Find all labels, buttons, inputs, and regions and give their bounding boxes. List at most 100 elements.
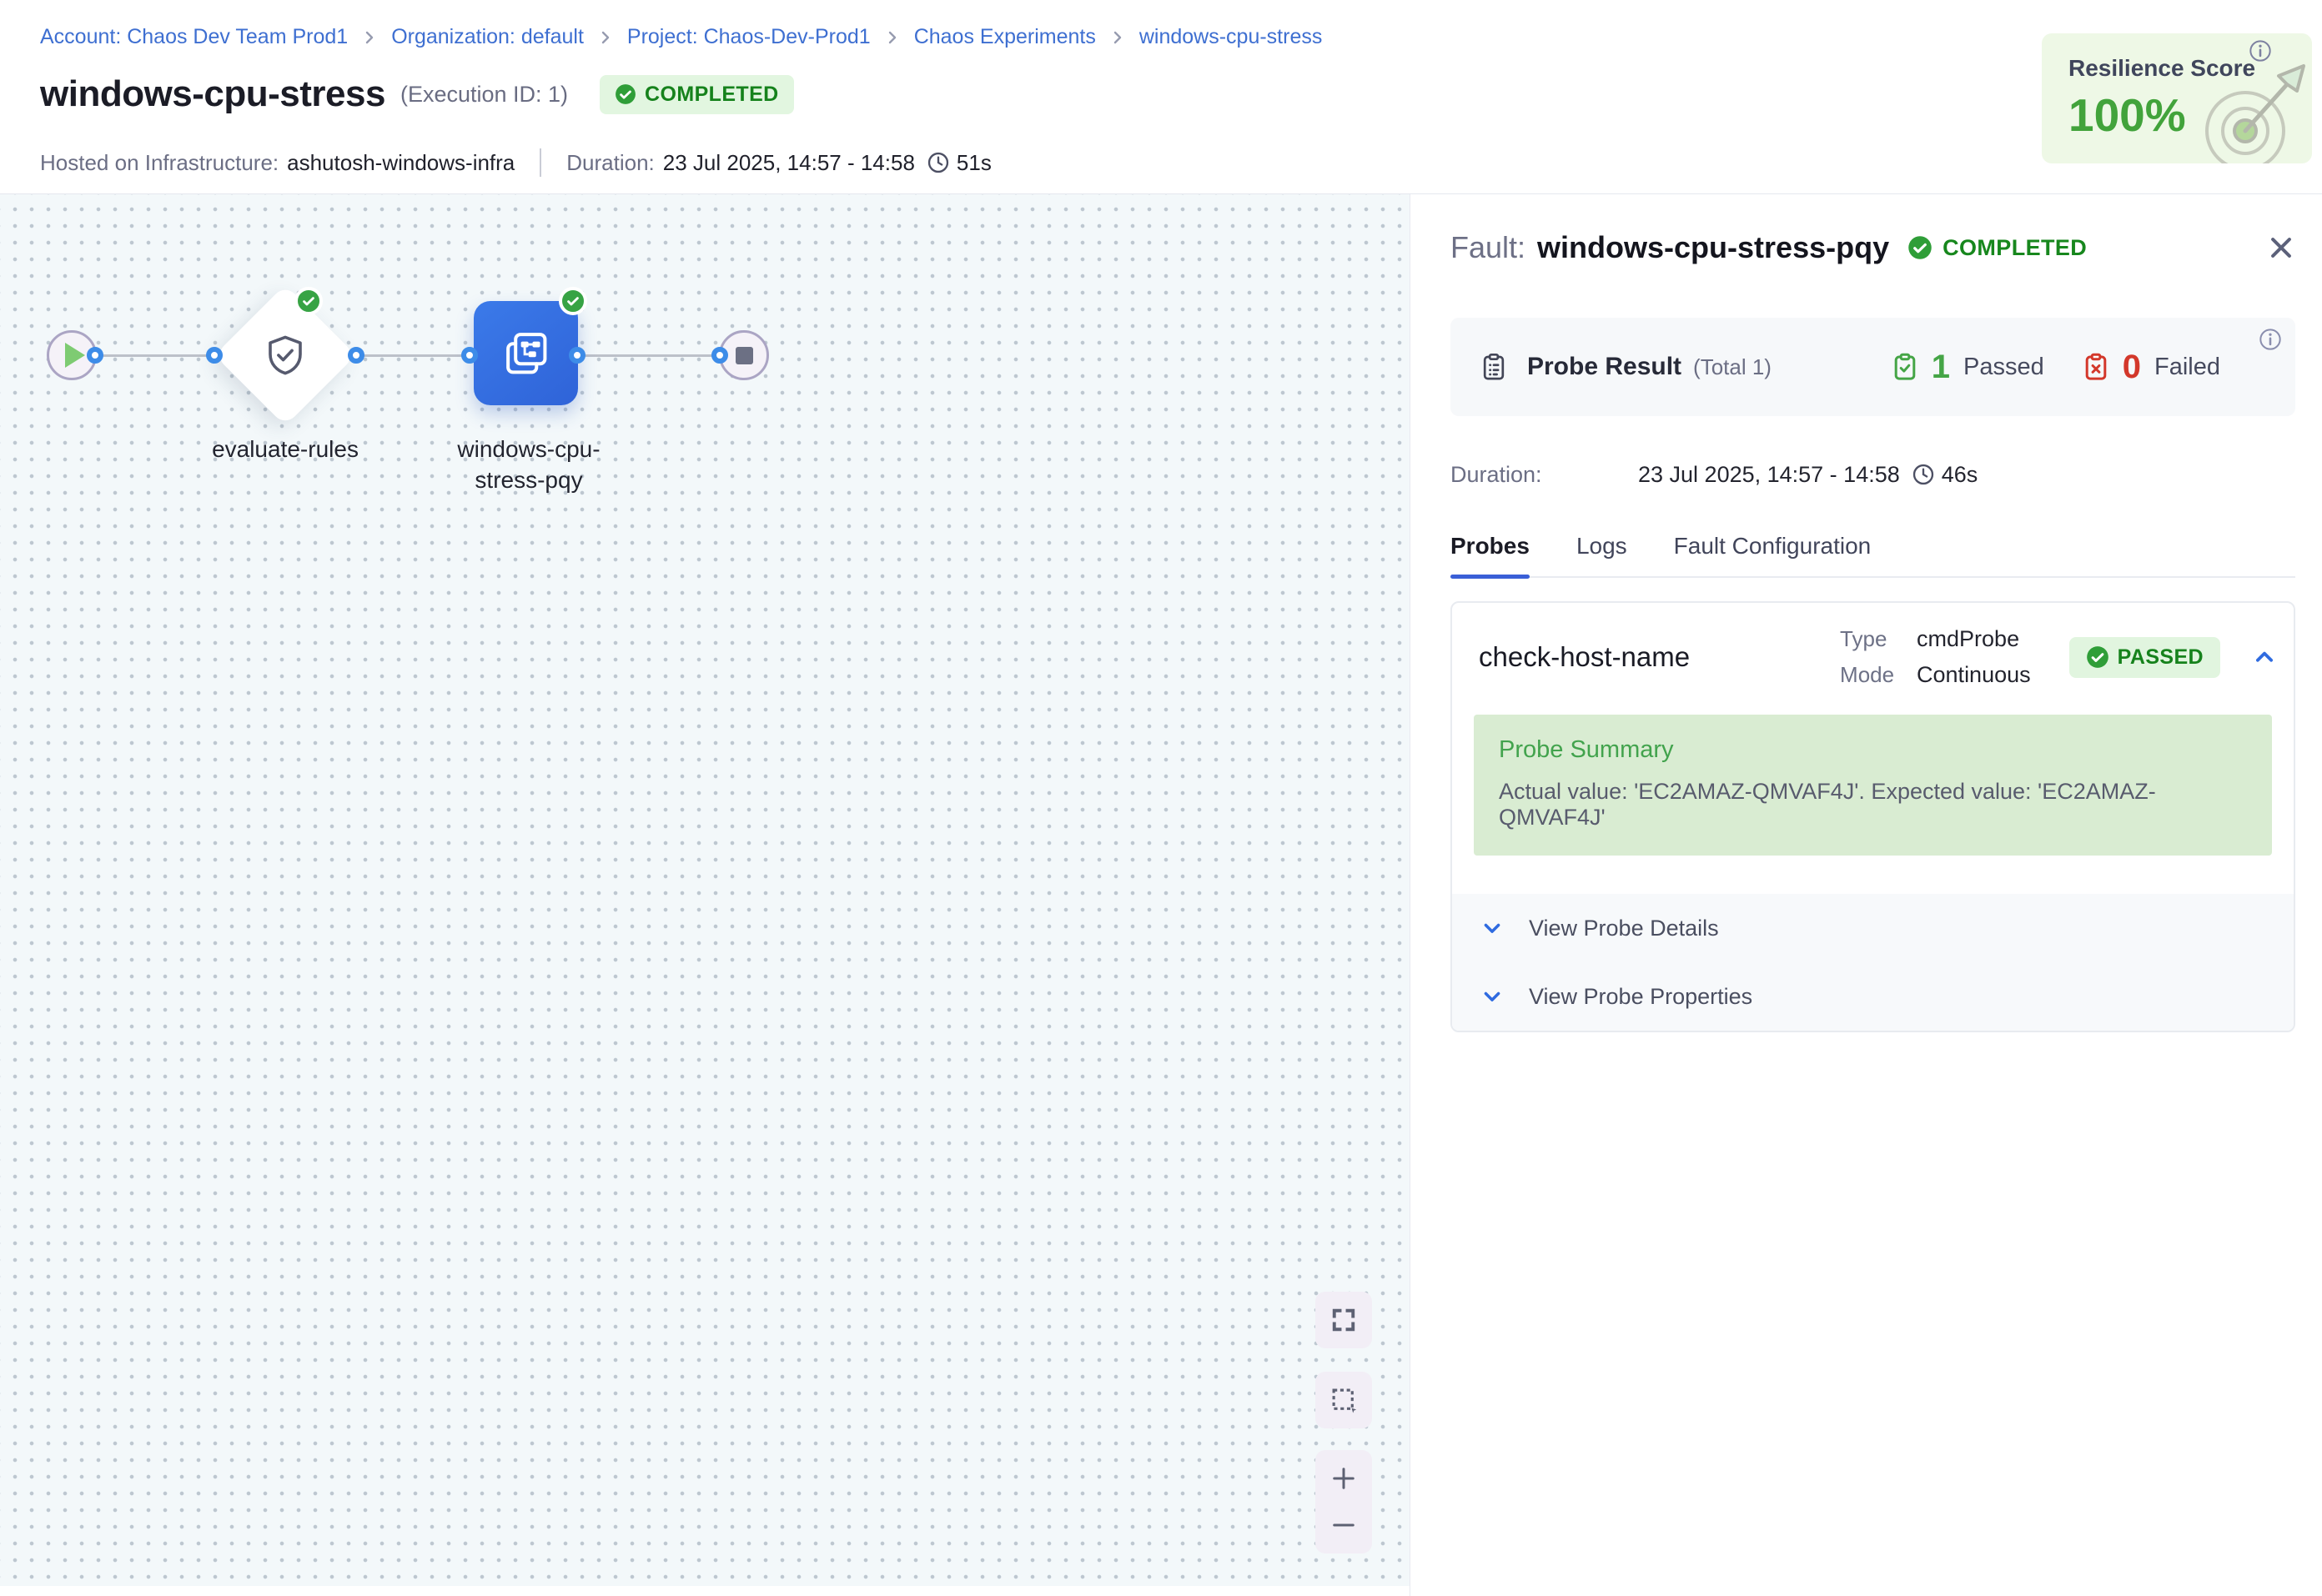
status-badge-label: COMPLETED <box>645 83 779 107</box>
edge-line <box>356 354 470 357</box>
clock-icon <box>927 151 950 174</box>
fault-details-panel: Fault: windows-cpu-stress-pqy COMPLETED … <box>1410 194 2322 1596</box>
tab-logs[interactable]: Logs <box>1576 533 1627 576</box>
experiment-meta-row: Hosted on Infrastructure: ashutosh-windo… <box>40 148 992 177</box>
connector-port <box>87 347 103 364</box>
connector-port <box>461 347 478 364</box>
chevron-right-icon <box>599 28 612 48</box>
fullscreen-button[interactable] <box>1315 1292 1372 1348</box>
check-circle-icon <box>1907 235 1932 260</box>
breadcrumb-project[interactable]: Project: Chaos-Dev-Prod1 <box>627 25 871 49</box>
duration-elapsed: 46s <box>1942 462 1978 488</box>
breadcrumb-organization[interactable]: Organization: default <box>391 25 584 49</box>
probe-summary-box: Probe Summary Actual value: 'EC2AMAZ-QMV… <box>1474 715 2272 856</box>
probe-card-header: check-host-name Type cmdProbe Mode Conti… <box>1452 603 2294 711</box>
duration-elapsed: 51s <box>957 150 992 176</box>
breadcrumb-account[interactable]: Account: Chaos Dev Team Prod1 <box>40 25 348 49</box>
probe-type-mode: Type cmdProbe Mode Continuous <box>1840 626 2031 688</box>
fault-label: Fault: <box>1450 230 1525 265</box>
play-icon <box>65 343 85 368</box>
passed-count: 1 <box>1932 349 1950 386</box>
zoom-in-button[interactable] <box>1329 1463 1359 1493</box>
pipeline-canvas[interactable]: evaluate-rules windows-cpu- stress-pqy <box>0 194 1410 1586</box>
info-icon[interactable] <box>2259 328 2282 351</box>
probe-status-label: PASSED <box>2118 645 2204 670</box>
chevron-right-icon <box>1111 28 1124 48</box>
selection-mode-button[interactable] <box>1315 1372 1372 1428</box>
failed-label: Failed <box>2154 354 2220 381</box>
fault-name: windows-cpu-stress-pqy <box>1537 230 1889 265</box>
chevron-down-icon <box>1480 985 1504 1008</box>
edge-line <box>577 354 720 357</box>
node-label-fault: windows-cpu- stress-pqy <box>404 434 654 495</box>
page-title: windows-cpu-stress <box>40 73 385 115</box>
execution-id: (Execution ID: 1) <box>400 82 568 108</box>
connector-port <box>569 347 586 364</box>
duration-value: 23 Jul 2025, 14:57 - 14:58 <box>1638 462 1900 488</box>
breadcrumb-current[interactable]: windows-cpu-stress <box>1139 25 1323 49</box>
node-windows-cpu-stress-pqy[interactable] <box>474 301 578 405</box>
check-circle-icon <box>2086 645 2109 669</box>
target-illustration <box>2185 54 2312 163</box>
probe-card: check-host-name Type cmdProbe Mode Conti… <box>1450 601 2295 1032</box>
panel-tabs: Probes Logs Fault Configuration <box>1450 524 2295 578</box>
close-icon[interactable] <box>2267 233 2295 262</box>
check-circle-icon <box>615 83 636 105</box>
node-label-line2: stress-pqy <box>404 464 654 495</box>
experiment-icon <box>500 327 553 380</box>
probe-status-badge: PASSED <box>2069 637 2220 678</box>
probe-mode-label: Mode <box>1840 662 1917 688</box>
chevron-up-icon[interactable] <box>2252 645 2277 670</box>
probe-result-summary-row: Probe Result (Total 1) 1 Passed <box>1450 318 2295 416</box>
duration-label: Duration: <box>1450 462 1638 488</box>
connector-port <box>711 347 728 364</box>
fault-duration-row: Duration: 23 Jul 2025, 14:57 - 14:58 46s <box>1450 458 2295 491</box>
clock-icon <box>1912 463 1935 486</box>
chevron-right-icon <box>363 28 376 48</box>
probe-counts: 1 Passed 0 Failed <box>1890 349 2220 386</box>
node-success-check-icon <box>294 287 323 315</box>
divider <box>540 148 541 177</box>
node-label-line1: windows-cpu- <box>404 434 654 464</box>
view-probe-details-label: View Probe Details <box>1529 916 1719 941</box>
resilience-score-value: 100% <box>2068 88 2186 142</box>
fault-panel-header: Fault: windows-cpu-stress-pqy COMPLETED <box>1450 223 2295 273</box>
probe-name: check-host-name <box>1479 641 1690 673</box>
page-header: Account: Chaos Dev Team Prod1 Organizati… <box>0 0 2322 194</box>
tab-probes[interactable]: Probes <box>1450 533 1530 576</box>
probe-mode-value: Continuous <box>1917 662 2031 688</box>
hosted-label: Hosted on Infrastructure: <box>40 150 279 176</box>
zoom-out-button[interactable] <box>1329 1510 1359 1540</box>
connector-port <box>348 347 364 364</box>
clipboard-x-icon <box>2081 352 2111 382</box>
status-badge: COMPLETED <box>600 75 794 114</box>
zoom-controls <box>1315 1450 1372 1553</box>
tab-fault-configuration[interactable]: Fault Configuration <box>1674 533 1872 576</box>
view-probe-properties-label: View Probe Properties <box>1529 984 1752 1010</box>
passed-label: Passed <box>1963 354 2044 381</box>
fault-status-label: COMPLETED <box>1943 235 2087 261</box>
chaos-experiment-run-page: Account: Chaos Dev Team Prod1 Organizati… <box>0 0 2322 1596</box>
fullscreen-icon <box>1329 1305 1359 1335</box>
edge-line <box>95 354 214 357</box>
connector-port <box>206 347 223 364</box>
stop-icon <box>736 347 753 364</box>
node-label-evaluate-rules: evaluate-rules <box>160 434 410 464</box>
resilience-score-card: Resilience Score 100% <box>2042 33 2312 163</box>
probe-result-total: (Total 1) <box>1693 354 1772 380</box>
duration-value: 23 Jul 2025, 14:57 - 14:58 <box>663 150 915 176</box>
probe-card-footer: View Probe Details View Probe Properties <box>1452 894 2294 1031</box>
view-probe-details-toggle[interactable]: View Probe Details <box>1452 894 2294 962</box>
marquee-select-icon <box>1328 1384 1360 1416</box>
probe-summary-text: Actual value: 'EC2AMAZ-QMVAF4J'. Expecte… <box>1499 779 2247 831</box>
probe-result-title: Probe Result <box>1527 353 1681 381</box>
hosted-value: ashutosh-windows-infra <box>287 150 515 176</box>
view-probe-properties-toggle[interactable]: View Probe Properties <box>1452 962 2294 1031</box>
chevron-right-icon <box>886 28 899 48</box>
node-evaluate-rules[interactable] <box>214 284 356 426</box>
breadcrumb: Account: Chaos Dev Team Prod1 Organizati… <box>40 25 1322 49</box>
probe-summary-title: Probe Summary <box>1499 736 2247 764</box>
breadcrumb-chaos-experiments[interactable]: Chaos Experiments <box>914 25 1096 49</box>
node-success-check-icon <box>559 287 587 315</box>
probe-type-label: Type <box>1840 626 1917 652</box>
